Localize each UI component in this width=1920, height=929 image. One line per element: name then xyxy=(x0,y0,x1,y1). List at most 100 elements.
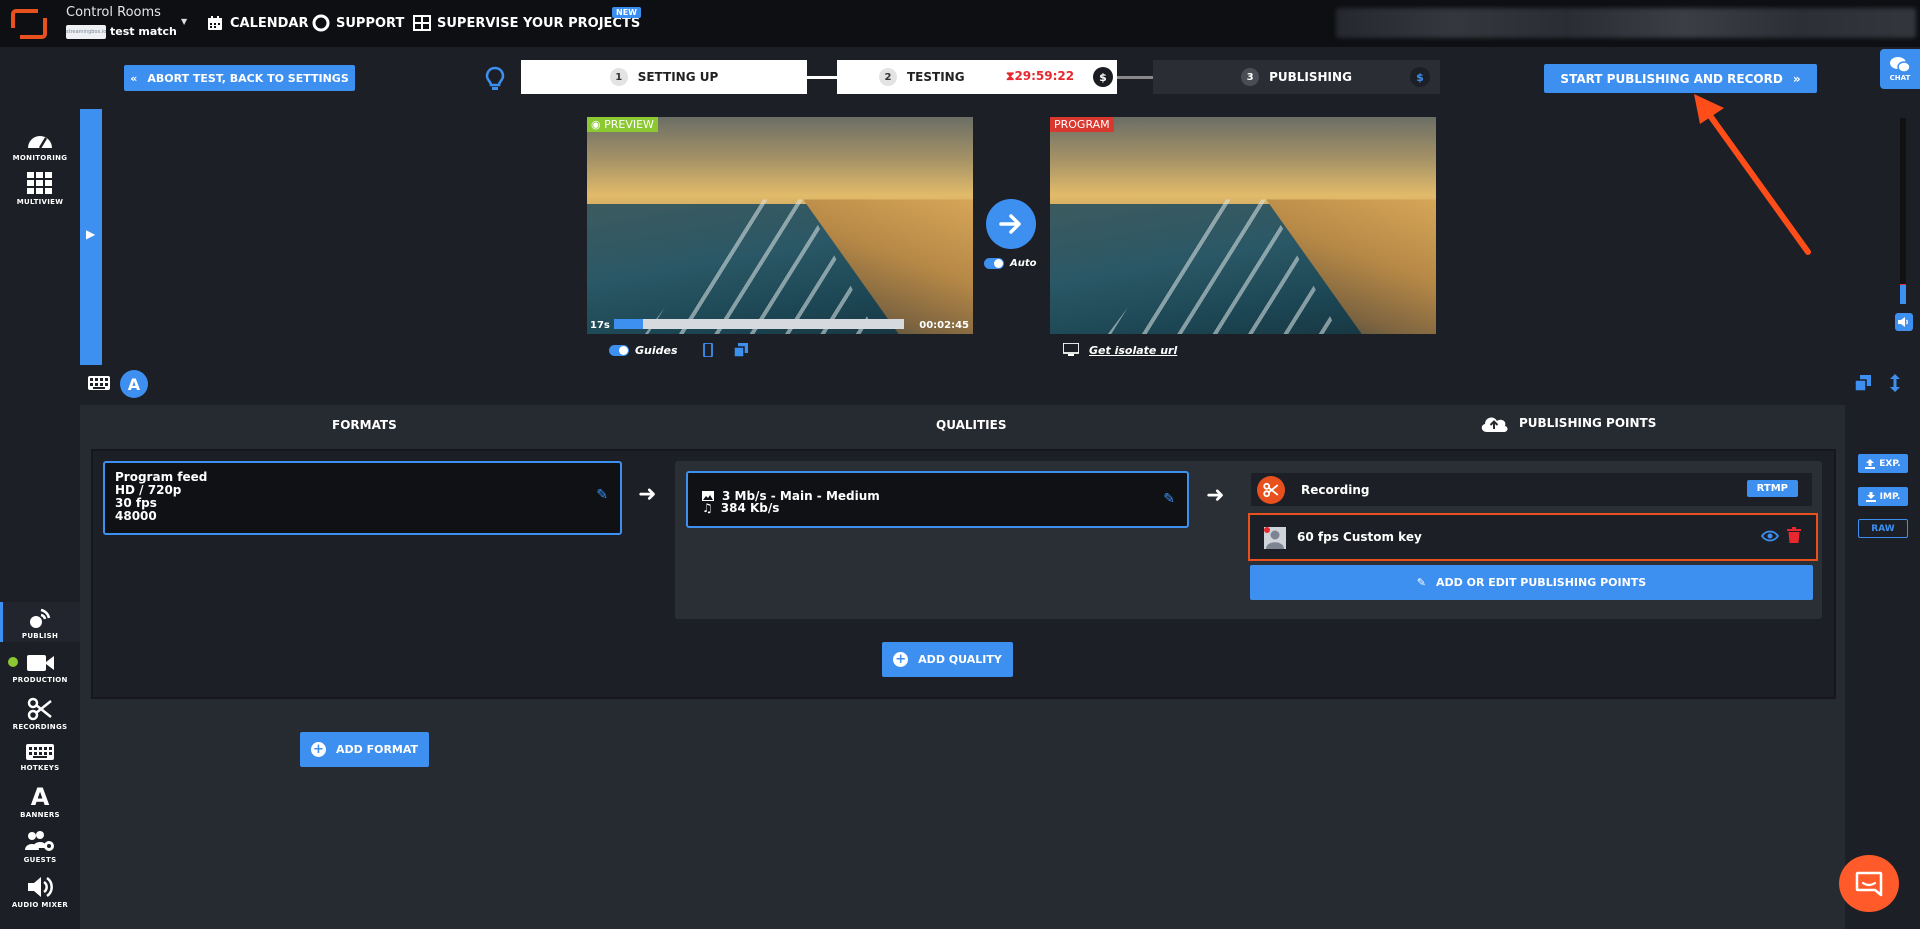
keyboard-icon xyxy=(26,744,54,760)
double-chevron-left-icon: « xyxy=(130,71,138,85)
custom-key-row[interactable]: 60 fps Custom key xyxy=(1248,513,1818,561)
sidebar-label: GUESTS xyxy=(23,856,57,864)
auto-switch[interactable] xyxy=(984,258,1004,269)
keyboard-icon[interactable] xyxy=(88,376,110,390)
sidebar-item-production[interactable]: PRODUCTION xyxy=(0,652,80,684)
app-title: Control Rooms xyxy=(66,5,161,20)
nav-support[interactable]: SUPPORT xyxy=(312,14,404,32)
pencil-icon[interactable]: ✎ xyxy=(1163,491,1175,507)
isolate-url[interactable]: Get isolate url xyxy=(1063,343,1177,357)
auto-label: Auto xyxy=(1010,258,1037,269)
nav-calendar[interactable]: CALENDAR xyxy=(206,14,309,32)
avatar-icon xyxy=(1264,527,1286,549)
blurred-user-area xyxy=(1336,8,1916,38)
upload-icon xyxy=(1865,458,1876,469)
abort-test-button[interactable]: « ABORT TEST, BACK TO SETTINGS xyxy=(124,65,355,91)
quality-audio-value: 384 Kb/s xyxy=(720,501,780,515)
volume-button[interactable] xyxy=(1895,313,1913,331)
preview-tag: ◉ PREVIEW xyxy=(587,117,658,132)
collapse-panel-tab[interactable]: ▶ xyxy=(80,109,102,365)
logo-icon[interactable] xyxy=(10,8,48,40)
project-dropdown-caret-icon[interactable]: ▼ xyxy=(181,17,187,26)
sidebar-label: RECORDINGS xyxy=(12,723,68,731)
add-format-button[interactable]: + ADD FORMAT xyxy=(300,732,429,767)
publishing-points-header: PUBLISHING POINTS xyxy=(1479,412,1656,434)
lightbulb-icon[interactable] xyxy=(485,66,505,92)
annotation-arrow-icon xyxy=(1694,94,1811,255)
recording-point-row[interactable]: Recording RTMP xyxy=(1251,473,1812,506)
nav-support-label: SUPPORT xyxy=(336,15,405,31)
chat-icon xyxy=(1890,57,1911,73)
sidebar-item-recordings[interactable]: RECORDINGS xyxy=(0,697,80,731)
nav-supervise-projects[interactable]: SUPERVISE YOUR PROJECTS xyxy=(413,14,640,32)
sidebar-label: MULTIVIEW xyxy=(16,198,64,206)
guides-label: Guides xyxy=(635,343,678,357)
quality-audio-line: ♫ 384 Kb/s xyxy=(702,501,779,515)
scissors-icon xyxy=(27,697,52,721)
sidebar-label: MONITORING xyxy=(12,154,68,162)
users-gear-icon xyxy=(25,831,54,851)
plus-circle-icon: + xyxy=(310,742,326,757)
playback-progress[interactable] xyxy=(614,319,904,329)
copy-layers-icon[interactable] xyxy=(1855,375,1871,391)
vu-level xyxy=(1900,285,1906,304)
timer-value: 29:59:22 xyxy=(1014,69,1075,83)
monitor-icon xyxy=(1063,343,1079,356)
support-chat-launcher[interactable] xyxy=(1839,855,1899,912)
raw-button[interactable]: RAW xyxy=(1858,519,1908,538)
recording-label: Recording xyxy=(1301,482,1370,497)
mobile-icon[interactable] xyxy=(702,343,714,357)
quality-card[interactable]: 3 Mb/s - Main - Medium ♫ 384 Kb/s ✎ xyxy=(686,471,1189,528)
format-audio-rate: 48000 xyxy=(115,509,157,523)
auto-toggle[interactable]: Auto xyxy=(984,258,1037,269)
calendar-icon xyxy=(206,14,224,32)
step-setting-up[interactable]: 1 SETTING UP xyxy=(521,60,807,94)
export-button[interactable]: EXP. xyxy=(1858,454,1908,473)
banner-a-button[interactable]: A xyxy=(120,370,148,398)
rtmp-badge[interactable]: RTMP xyxy=(1746,480,1798,497)
resize-vertical-icon[interactable] xyxy=(1890,374,1900,392)
eye-icon[interactable] xyxy=(1761,530,1779,542)
take-transition-button[interactable] xyxy=(986,199,1036,249)
sidebar-item-audio-mixer[interactable]: AUDIO MIXER xyxy=(0,875,80,909)
format-card[interactable]: Program feed HD / 720p 30 fps 48000 ✎ xyxy=(103,461,622,535)
preview-video-frame xyxy=(587,117,973,334)
step-label: SETTING UP xyxy=(637,70,719,84)
arrow-right-icon: ➜ xyxy=(1206,483,1225,508)
trash-icon[interactable] xyxy=(1787,527,1801,543)
add-quality-button[interactable]: + ADD QUALITY xyxy=(882,642,1013,677)
plus-circle-icon: + xyxy=(893,652,909,667)
import-button[interactable]: IMP. xyxy=(1858,487,1908,506)
sidebar-label: PUBLISH xyxy=(21,632,59,640)
program-monitor[interactable]: PROGRAM xyxy=(1050,117,1436,334)
project-name[interactable]: test match xyxy=(110,25,177,38)
sidebar-item-publish[interactable]: PUBLISH xyxy=(0,602,80,642)
sidebar-label: PRODUCTION xyxy=(12,676,68,684)
sidebar-item-guests[interactable]: GUESTS xyxy=(0,830,80,864)
eye-icon: ◉ xyxy=(591,118,601,131)
step-publishing[interactable]: 3 PUBLISHING xyxy=(1153,60,1440,94)
sidebar-item-hotkeys[interactable]: HOTKEYS xyxy=(0,742,80,772)
triangle-right-icon: ▶ xyxy=(86,227,96,241)
copy-layers-icon[interactable] xyxy=(733,343,748,357)
step-testing[interactable]: 2 TESTING xyxy=(837,60,1117,94)
arrow-right-icon xyxy=(999,214,1021,234)
start-publishing-record-button[interactable]: START PUBLISHING AND RECORD » xyxy=(1544,64,1817,93)
chat-button[interactable]: CHAT xyxy=(1880,49,1920,89)
sidebar-item-banners[interactable]: A BANNERS xyxy=(0,785,80,819)
add-edit-publishing-points-button[interactable]: ✎ ADD OR EDIT PUBLISHING POINTS xyxy=(1250,565,1813,600)
sidebar-item-monitoring[interactable]: MONITORING xyxy=(0,128,80,162)
project-thumbnail[interactable]: streamingbox.io xyxy=(66,25,106,39)
formats-header: FORMATS xyxy=(332,418,397,432)
start-label: START PUBLISHING AND RECORD xyxy=(1560,71,1783,86)
sidebar-item-multiview[interactable]: MULTIVIEW xyxy=(0,172,80,206)
isolate-link[interactable]: Get isolate url xyxy=(1089,344,1177,357)
export-label: EXP. xyxy=(1879,458,1901,469)
guides-switch[interactable] xyxy=(609,344,629,356)
preview-monitor[interactable]: ◉ PREVIEW 17s 00:02:45 xyxy=(587,117,973,334)
pencil-icon[interactable]: ✎ xyxy=(596,488,608,502)
music-note-icon: ♫ xyxy=(702,501,713,515)
guides-toggle[interactable]: Guides xyxy=(609,343,748,357)
step-label: TESTING xyxy=(907,70,965,84)
step-number: 1 xyxy=(609,68,628,86)
